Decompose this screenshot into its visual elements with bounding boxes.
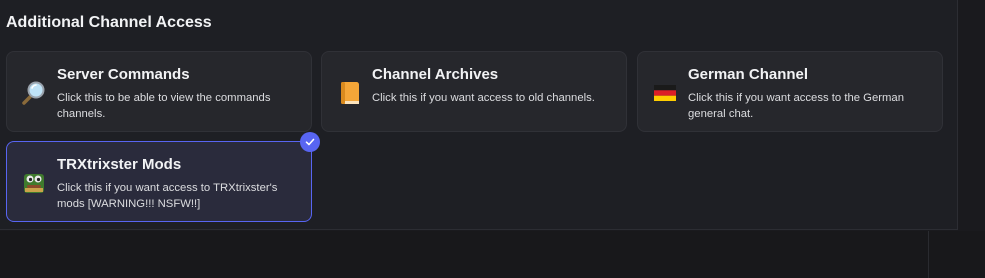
- option-description: Click this if you want access to old cha…: [372, 92, 595, 104]
- option-card-server-commands[interactable]: Server Commands Click this to be able to…: [6, 51, 312, 132]
- option-card-channel-archives[interactable]: Channel Archives Click this if you want …: [321, 51, 627, 132]
- option-description: Click this if you want access to the Ger…: [688, 92, 904, 120]
- germany-flag-icon: [652, 80, 678, 106]
- option-name: Server Commands: [57, 66, 190, 83]
- orange-book-icon: [336, 80, 362, 106]
- magnifying-glass-icon: [21, 80, 47, 106]
- section-title: Additional Channel Access: [6, 14, 212, 31]
- divider: [928, 231, 929, 278]
- option-description: Click this to be able to view the comman…: [57, 92, 271, 120]
- bottom-area: [0, 231, 985, 278]
- option-name: German Channel: [688, 66, 809, 83]
- selected-check-icon: [300, 132, 320, 152]
- option-card-german-channel[interactable]: German Channel Click this if you want ac…: [637, 51, 943, 132]
- additional-channel-access-panel: Additional Channel Access Server Command…: [0, 0, 958, 230]
- option-name: TRXtrixster Mods: [57, 156, 182, 173]
- frog-emoji-icon: [21, 170, 47, 196]
- scroll-gutter: [959, 0, 985, 230]
- option-name: Channel Archives: [372, 66, 499, 83]
- option-card-trxtrixster-mods[interactable]: TRXtrixster Mods Click this if you want …: [6, 141, 312, 222]
- option-description: Click this if you want access to TRXtrix…: [57, 182, 278, 210]
